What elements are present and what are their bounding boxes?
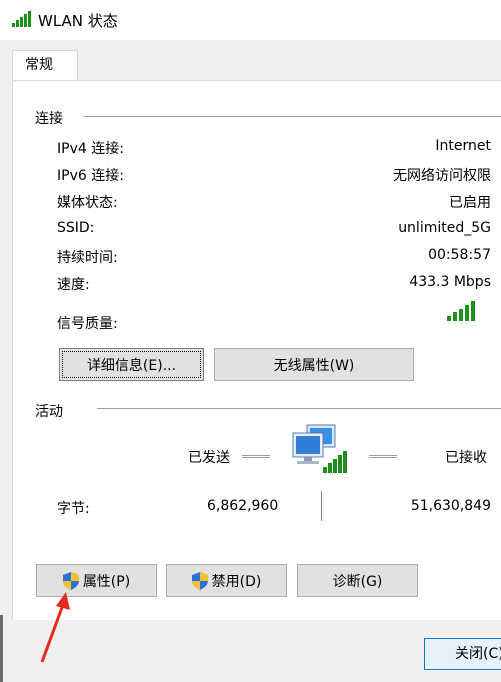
signal-strength-icon	[447, 301, 475, 321]
ssid-value: unlimited_5G	[398, 220, 491, 236]
connection-section-title: 连接	[35, 108, 69, 128]
uac-shield-icon	[191, 571, 208, 590]
bytes-received-value: 51,630,849	[410, 498, 491, 514]
wireless-properties-button[interactable]: 无线属性(W)	[214, 348, 414, 381]
properties-button-label: 属性(P)	[82, 573, 131, 590]
activity-divider	[97, 408, 501, 409]
ipv6-label: IPv6 连接:	[57, 168, 124, 184]
title-bar: WLAN 状态	[0, 0, 501, 40]
media-state-label: 媒体状态:	[57, 195, 118, 211]
sent-line	[242, 455, 270, 458]
diagnose-button-label: 诊断(G)	[332, 573, 383, 590]
wifi-signal-icon	[12, 11, 31, 27]
duration-label: 持续时间:	[57, 250, 118, 266]
bytes-sent-value: 6,862,960	[207, 498, 279, 514]
diagnose-button[interactable]: 诊断(G)	[297, 564, 418, 597]
window-edge	[0, 615, 3, 682]
activity-section-title: 活动	[35, 401, 69, 421]
disable-button[interactable]: 禁用(D)	[166, 564, 287, 597]
network-computers-icon	[292, 424, 347, 473]
speed-value: 433.3 Mbps	[409, 274, 491, 290]
connection-divider	[83, 116, 501, 117]
ssid-label: SSID:	[57, 220, 95, 236]
details-button[interactable]: 详细信息(E)...	[59, 348, 204, 381]
left-strip	[0, 80, 12, 620]
close-button[interactable]: 关闭(C)	[424, 638, 501, 670]
tab-general[interactable]: 常规	[12, 50, 78, 81]
disable-button-label: 禁用(D)	[211, 573, 262, 590]
speed-label: 速度:	[57, 277, 90, 293]
general-panel: 连接 IPv4 连接: Internet IPv6 连接: 无网络访问权限 媒体…	[12, 80, 501, 620]
ipv6-value: 无网络访问权限	[393, 168, 491, 184]
ipv4-value: Internet	[435, 138, 491, 154]
close-button-label: 关闭(C)	[455, 646, 501, 662]
details-button-label: 详细信息(E)...	[86, 357, 177, 374]
media-state-value: 已启用	[449, 195, 491, 211]
received-line	[369, 455, 397, 458]
received-label: 已接收	[445, 450, 487, 466]
signal-quality-label: 信号质量:	[57, 316, 118, 332]
sent-label: 已发送	[188, 450, 230, 466]
wireless-properties-button-label: 无线属性(W)	[273, 357, 355, 374]
uac-shield-icon	[62, 571, 79, 590]
bytes-label: 字节:	[57, 501, 90, 517]
window-title: WLAN 状态	[38, 12, 118, 30]
annotation-arrow-icon	[40, 592, 70, 663]
duration-value: 00:58:57	[428, 247, 491, 263]
tab-strip: 常规	[0, 40, 501, 81]
ipv4-label: IPv4 连接:	[57, 141, 124, 157]
bytes-divider	[321, 491, 322, 521]
